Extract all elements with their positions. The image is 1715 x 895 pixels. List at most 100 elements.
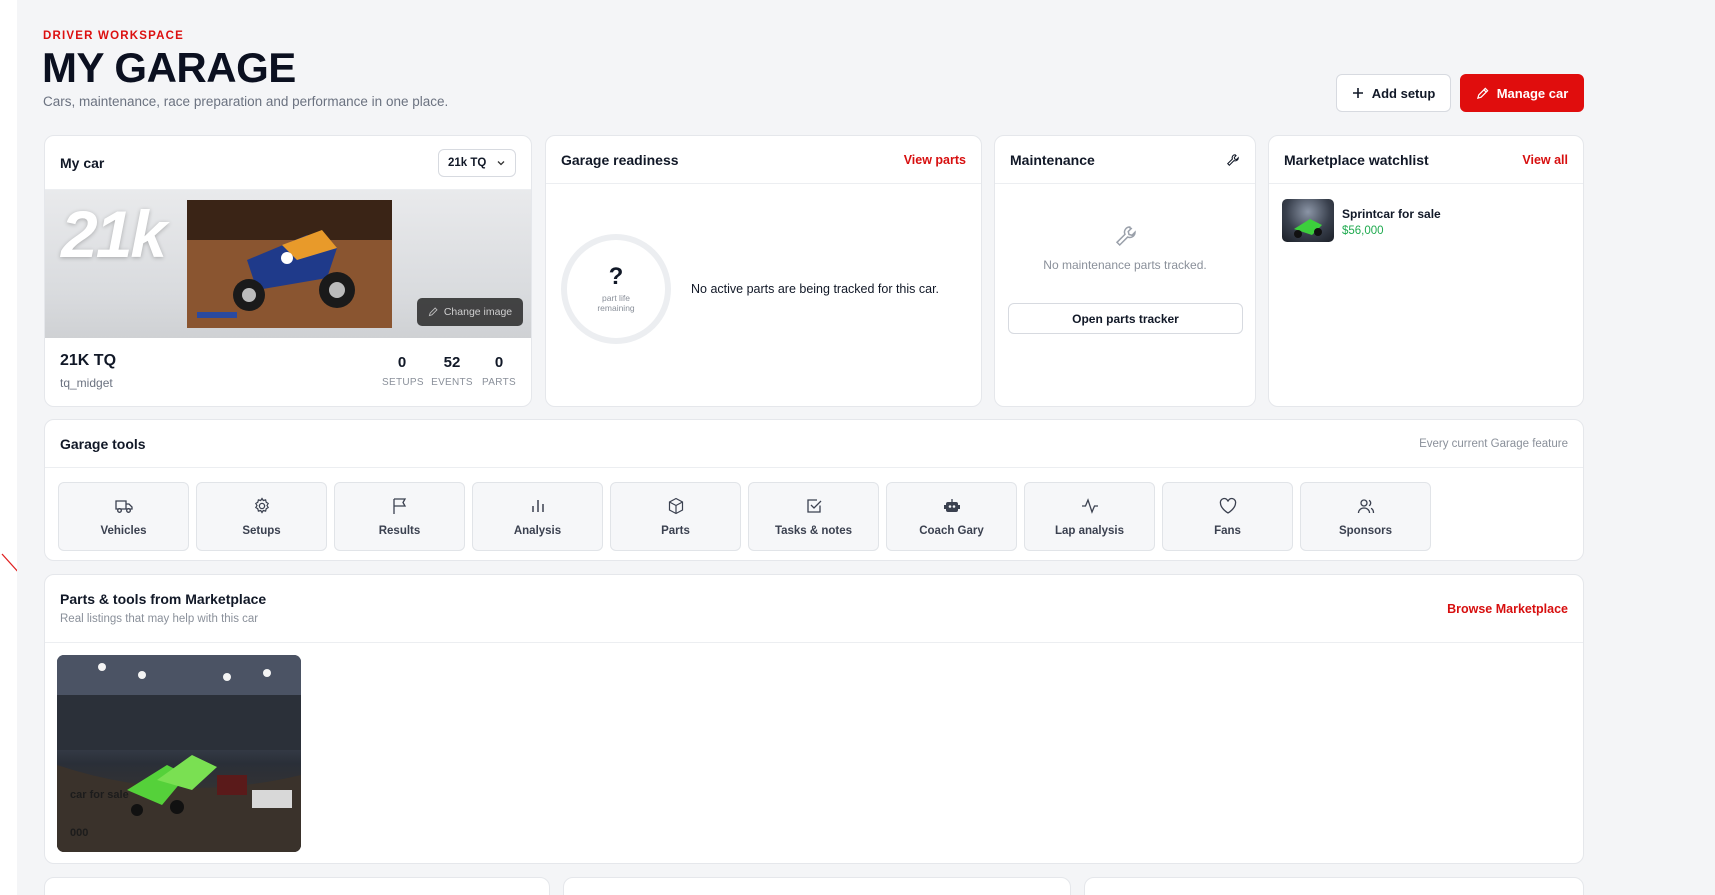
tool-setups[interactable]: Setups bbox=[196, 482, 327, 551]
maintenance-title: Maintenance bbox=[1010, 151, 1095, 168]
readiness-header: Garage readiness View parts bbox=[546, 136, 981, 184]
wrench-icon bbox=[1115, 226, 1136, 247]
bar-chart-icon bbox=[531, 500, 544, 512]
tool-label: Parts bbox=[661, 525, 690, 537]
page-eyebrow: DRIVER WORKSPACE bbox=[43, 30, 185, 42]
tool-label: Sponsors bbox=[1338, 525, 1393, 537]
car-select[interactable]: 21k TQ bbox=[438, 148, 516, 177]
maintenance-empty-message: No maintenance parts tracked. bbox=[1043, 258, 1207, 272]
stat-setups: 0 SETUPS bbox=[382, 354, 424, 388]
marketplace-subtitle: Real listings that may help with this ca… bbox=[60, 613, 259, 625]
marketplace-parts-card: Parts & tools from Marketplace Real list… bbox=[44, 574, 1584, 864]
stat-parts: 0 PARTS bbox=[479, 354, 519, 388]
marketplace-header: Parts & tools from Marketplace Real list… bbox=[45, 575, 1583, 643]
change-image-button[interactable]: Change image bbox=[417, 298, 523, 326]
watchlist-item-thumbnail[interactable] bbox=[1282, 199, 1334, 242]
bottom-card-left bbox=[44, 877, 550, 895]
view-parts-link[interactable]: View parts bbox=[904, 153, 966, 167]
heart-icon bbox=[1219, 497, 1236, 514]
my-car-title: My car bbox=[60, 154, 105, 171]
garage-readiness-card: Garage readiness View parts ? part life … bbox=[545, 135, 982, 407]
listing-price: 000 bbox=[70, 827, 89, 839]
readiness-message: No active parts are being tracked for th… bbox=[691, 282, 940, 296]
maintenance-header: Maintenance bbox=[995, 136, 1255, 184]
maintenance-card: Maintenance No maintenance parts tracked… bbox=[994, 135, 1256, 407]
stat-value: 0 bbox=[494, 354, 504, 371]
stat-events: 52 EVENTS bbox=[429, 354, 475, 388]
truck-icon bbox=[114, 500, 133, 513]
add-setup-label: Add setup bbox=[1371, 85, 1436, 101]
car-hero: 21k Change image bbox=[45, 190, 531, 338]
tools-title: Garage tools bbox=[60, 435, 146, 452]
checkbox-icon bbox=[806, 499, 821, 513]
open-parts-tracker-button[interactable]: Open parts tracker bbox=[1008, 303, 1243, 334]
users-icon bbox=[1357, 499, 1374, 514]
activity-icon bbox=[1081, 498, 1098, 514]
readiness-title: Garage readiness bbox=[561, 151, 679, 168]
tool-label: Vehicles bbox=[100, 525, 147, 537]
tool-lap-analysis[interactable]: Lap analysis bbox=[1024, 482, 1155, 551]
view-all-link[interactable]: View all bbox=[1522, 153, 1568, 167]
tool-coach-gary[interactable]: Coach Gary bbox=[886, 482, 1017, 551]
garage-tools-card: Garage tools Every current Garage featur… bbox=[44, 419, 1584, 561]
tool-label: Coach Gary bbox=[919, 525, 984, 537]
tool-vehicles[interactable]: Vehicles bbox=[58, 482, 189, 551]
ring-label-line: remaining bbox=[597, 303, 635, 313]
tool-results[interactable]: Results bbox=[334, 482, 465, 551]
page-subtitle: Cars, maintenance, race preparation and … bbox=[43, 94, 449, 109]
marketplace-listing-card[interactable]: car for sale 000 bbox=[57, 655, 301, 852]
car-slug: tq_midget bbox=[60, 376, 113, 390]
add-setup-button[interactable]: Add setup bbox=[1336, 74, 1451, 112]
stat-label: PARTS bbox=[482, 377, 516, 388]
tool-parts[interactable]: Parts bbox=[610, 482, 741, 551]
manage-car-button[interactable]: Manage car bbox=[1460, 74, 1584, 112]
part-life-ring: ? part life remaining bbox=[561, 234, 671, 344]
midget-car-illustration bbox=[187, 200, 392, 328]
ring-value: ? bbox=[608, 263, 624, 290]
flag-icon bbox=[392, 498, 406, 514]
ring-label: part life remaining bbox=[597, 293, 634, 313]
watchlist-item-price: $56,000 bbox=[1342, 225, 1384, 237]
tool-fans[interactable]: Fans bbox=[1162, 482, 1293, 551]
my-car-header: My car 21k TQ bbox=[45, 136, 531, 190]
tool-label: Results bbox=[378, 525, 421, 537]
tool-tasks-notes[interactable]: Tasks & notes bbox=[748, 482, 879, 551]
stat-label: EVENTS bbox=[431, 377, 473, 388]
manage-car-label: Manage car bbox=[1496, 85, 1569, 101]
stat-value: 0 bbox=[397, 354, 407, 371]
tool-label: Tasks & notes bbox=[774, 525, 853, 537]
tool-analysis[interactable]: Analysis bbox=[472, 482, 603, 551]
my-car-card: My car 21k TQ 21k Change image 21K TQ tq… bbox=[44, 135, 532, 407]
tool-label: Fans bbox=[1214, 525, 1241, 537]
plus-icon bbox=[1352, 88, 1363, 98]
browse-marketplace-link[interactable]: Browse Marketplace bbox=[1447, 602, 1568, 616]
change-image-label: Change image bbox=[443, 306, 513, 318]
stat-value: 52 bbox=[443, 354, 461, 371]
tools-header: Garage tools Every current Garage featur… bbox=[45, 420, 1583, 468]
ring-label-line: part life bbox=[602, 293, 630, 303]
sprintcar-thumb-illustration bbox=[1294, 219, 1322, 238]
page-title: MY GARAGE bbox=[42, 44, 296, 91]
listing-name: car for sale bbox=[70, 789, 129, 801]
pencil-icon bbox=[1476, 87, 1489, 99]
tool-label: Setups bbox=[242, 525, 281, 537]
wrench-icon[interactable] bbox=[1226, 153, 1240, 167]
chevron-down-icon bbox=[497, 160, 505, 165]
car-select-value: 21k TQ bbox=[448, 156, 487, 169]
main-area: DRIVER WORKSPACE MY GARAGE Cars, mainten… bbox=[17, 0, 1715, 895]
watchlist-item-name[interactable]: Sprintcar for sale bbox=[1342, 207, 1441, 221]
car-name: 21K TQ bbox=[60, 352, 117, 369]
car-hero-text: 21k bbox=[61, 197, 167, 271]
tool-label: Lap analysis bbox=[1054, 525, 1125, 537]
watchlist-title: Marketplace watchlist bbox=[1284, 151, 1429, 168]
car-photo bbox=[187, 200, 392, 328]
watchlist-header: Marketplace watchlist View all bbox=[1269, 136, 1583, 184]
gear-icon bbox=[254, 497, 269, 514]
bottom-card-right bbox=[1084, 877, 1584, 895]
pencil-icon bbox=[428, 307, 438, 317]
stat-label: SETUPS bbox=[382, 377, 424, 388]
left-margin bbox=[0, 0, 17, 895]
tool-label: Analysis bbox=[513, 525, 562, 537]
tool-sponsors[interactable]: Sponsors bbox=[1300, 482, 1431, 551]
robot-icon bbox=[943, 499, 960, 512]
